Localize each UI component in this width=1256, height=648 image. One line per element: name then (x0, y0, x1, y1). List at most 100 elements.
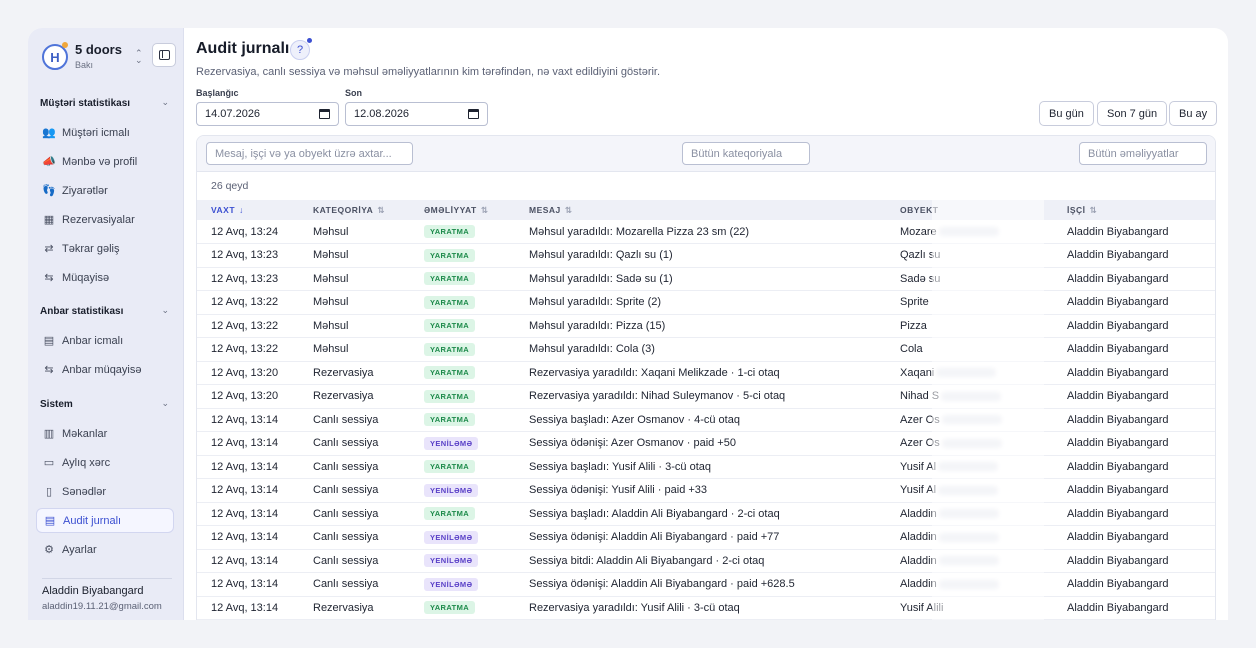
sort-desc-icon: ↓ (239, 205, 244, 215)
cell-message: Sessiya başladı: Aladdin Ali Biyabangard… (529, 507, 780, 520)
panel-collapse-icon[interactable] (152, 43, 176, 67)
sidebar-item[interactable]: ⚙ Ayarlar (36, 537, 174, 562)
category-select[interactable]: Bütün kateqoriyala (682, 142, 810, 165)
sidebar-item-label: Ziyarətlər (62, 184, 108, 197)
table-row[interactable]: 12 Avq, 13:22 Məhsul YARATMA Məhsul yaradıl… (197, 291, 1215, 314)
app-frame: H 5 doors Bakı ⌃ ⌄ Müştəri statistikası ⌄ 👥… (28, 28, 1228, 620)
action-select[interactable]: Bütün əməliyyatlar (1079, 142, 1207, 165)
action-badge: YARATMA (424, 366, 476, 380)
sidebar-item[interactable]: ▤ Audit jurnalı (36, 508, 174, 533)
column-header-action[interactable]: ƏMƏLİYYAT ⇅ (410, 200, 515, 220)
table-row[interactable]: 12 Avq, 13:14 Canlı sessiya YENİLƏMƏ Sessiy… (197, 573, 1215, 596)
chevron-down-icon[interactable]: ⌄ (161, 305, 169, 316)
object-name: Sprite (900, 296, 929, 309)
cell-time: 12 Avq, 13:20 (211, 390, 279, 403)
start-date-input[interactable]: 14.07.2026 (196, 102, 339, 126)
chevrons-updown-icon[interactable]: ⌃ ⌄ (135, 49, 143, 65)
action-badge: YENİLƏMƏ (424, 530, 479, 544)
cell-category: Məhsul (313, 225, 349, 238)
table-row[interactable]: 12 Avq, 13:23 Məhsul YARATMA Məhsul yaradıl… (197, 244, 1215, 268)
object-name: Pizza (900, 319, 927, 332)
user-profile[interactable]: Aladdin Biyabangard aladdin19.11.21@gmai… (42, 578, 172, 612)
sidebar-item[interactable]: ⇆ Anbar müqayisə (36, 357, 174, 382)
table-row[interactable]: 12 Avq, 13:14 Canlı sessiya YENİLƏMƏ Sessiy… (197, 479, 1215, 503)
cell-user: Aladdin Biyabangard (1067, 413, 1169, 426)
cell-message: Rezervasiya yaradıldı: Yusif Alili · 3-c… (529, 601, 740, 614)
table-row[interactable]: 12 Avq, 13:14 Canlı sessiya YENİLƏMƏ Sessiy… (197, 432, 1215, 455)
cell-time: 12 Avq, 13:14 (211, 507, 279, 520)
table-row[interactable]: 12 Avq, 13:14 Canlı sessiya YARATMA Sessiya… (197, 455, 1215, 479)
sidebar-item[interactable]: 📣 Mənbə və profil (36, 149, 174, 174)
calendar-icon[interactable] (319, 109, 330, 119)
cell-time: 12 Avq, 13:14 (211, 554, 279, 567)
cell-time: 12 Avq, 13:22 (211, 343, 279, 356)
action-badge: YARATMA (424, 460, 476, 474)
object-name: Cola (900, 343, 923, 356)
table-row[interactable]: 12 Avq, 13:14 Canlı sessiya YARATMA Sessiya… (197, 502, 1215, 526)
sidebar-item[interactable]: ▦ Rezervasiyalar (36, 207, 174, 232)
cell-time: 12 Avq, 13:14 (211, 531, 279, 544)
sidebar-item-label: Müştəri icmalı (62, 126, 130, 139)
cell-time: 12 Avq, 13:20 (211, 366, 279, 379)
calendar-icon[interactable] (468, 109, 479, 119)
cell-action: YENİLƏMƏ (410, 479, 515, 503)
user-name: Aladdin Biyabangard (42, 585, 144, 597)
column-header-message[interactable]: MESAJ ⇅ (515, 200, 886, 220)
sidebar-item[interactable]: ▯ Sənədlər (36, 479, 174, 504)
object-name: Xaqani (900, 366, 935, 379)
help-icon[interactable]: ? (290, 40, 310, 60)
sidebar-item[interactable]: ▤ Anbar icmalı (36, 328, 174, 353)
megaphone-icon: 📣 (42, 156, 56, 168)
cell-time: 12 Avq, 13:14 (211, 578, 279, 591)
sidebar-item[interactable]: 👣 Ziyarətlər (36, 178, 174, 203)
sidebar-section-title[interactable]: Müştəri statistikası (40, 98, 130, 109)
table-row[interactable]: 12 Avq, 13:20 Rezervasiya YARATMA Rezervasi… (197, 385, 1215, 408)
cell-message: Sessiya başladı: Yusif Alili · 3-cü otaq (529, 460, 712, 473)
sidebar-item[interactable]: 👥 Müştəri icmalı (36, 120, 174, 145)
sidebar-item[interactable]: ▥ Məkanlar (36, 421, 174, 446)
cell-user: Aladdin Biyabangard (1067, 460, 1169, 473)
cell-action: YARATMA (410, 596, 515, 620)
sidebar-item-label: Sənədlər (62, 485, 107, 498)
cell-time: 12 Avq, 13:23 (211, 272, 279, 285)
cell-action: YENİLƏMƏ (410, 526, 515, 550)
today-button[interactable]: Bu gün (1039, 101, 1094, 126)
cell-category: Məhsul (313, 272, 349, 285)
audit-log-icon: ▤ (44, 515, 56, 527)
cell-user: Aladdin Biyabangard (1067, 554, 1169, 567)
cell-action: YARATMA (410, 314, 515, 338)
sidebar-section-title[interactable]: Anbar statistikası (40, 306, 123, 317)
table-row[interactable]: 12 Avq, 13:14 Canlı sessiya YARATMA Sessiya… (197, 408, 1215, 432)
cell-time: 12 Avq, 13:23 (211, 249, 279, 262)
table-row[interactable]: 12 Avq, 13:24 Məhsul YARATMA Məhsul yaradıl… (197, 220, 1215, 244)
end-date-input[interactable]: 12.08.2026 (345, 102, 488, 126)
table-row[interactable]: 12 Avq, 13:22 Məhsul YARATMA Məhsul yaradıl… (197, 338, 1215, 361)
sidebar-item[interactable]: ⇄ Təkrar gəliş (36, 236, 174, 261)
cell-action: YARATMA (410, 267, 515, 291)
this-month-button[interactable]: Bu ay (1169, 101, 1218, 126)
sidebar-item[interactable]: ▭ Aylıq xərc (36, 450, 174, 475)
table-row[interactable]: 12 Avq, 13:23 Məhsul YARATMA Məhsul yaradıl… (197, 267, 1215, 291)
cell-category: Canlı sessiya (313, 531, 379, 544)
column-header-user[interactable]: İŞÇİ ⇅ (1053, 200, 1215, 220)
chevron-down-icon[interactable]: ⌄ (161, 97, 169, 108)
table-row[interactable]: 12 Avq, 13:22 Məhsul YARATMA Məhsul yaradıl… (197, 314, 1215, 338)
sidebar-item-label: Anbar müqayisə (62, 363, 142, 376)
table-row[interactable]: 12 Avq, 13:14 Canlı sessiya YENİLƏMƏ Sessiy… (197, 526, 1215, 550)
column-header-time[interactable]: VAXT ↓ (197, 200, 299, 220)
table-row[interactable]: 12 Avq, 13:20 Rezervasiya YARATMA Rezervasi… (197, 361, 1215, 385)
table-row[interactable]: 12 Avq, 13:14 Rezervasiya YARATMA Rezervasi… (197, 596, 1215, 620)
column-header-category[interactable]: KATEQORİYA ⇅ (299, 200, 410, 220)
cell-category: Rezervasiya (313, 601, 374, 614)
sidebar-section-title[interactable]: Sistem (40, 399, 73, 410)
chevron-down-icon[interactable]: ⌄ (161, 398, 169, 409)
table-row[interactable]: 12 Avq, 13:14 Canlı sessiya YENİLƏMƏ Sessiy… (197, 549, 1215, 573)
cell-category: Məhsul (313, 319, 349, 332)
cell-message: Sessiya bitdi: Aladdin Ali Biyabangard ·… (529, 554, 765, 567)
cell-category: Məhsul (313, 249, 349, 262)
last-7-days-button[interactable]: Son 7 gün (1097, 101, 1168, 126)
sidebar-item[interactable]: ⇆ Müqayisə (36, 265, 174, 290)
cell-action: YARATMA (410, 408, 515, 432)
search-input[interactable]: Mesaj, işçi və ya obyekt üzrə axtar... (206, 142, 413, 165)
cell-action: YARATMA (410, 244, 515, 268)
